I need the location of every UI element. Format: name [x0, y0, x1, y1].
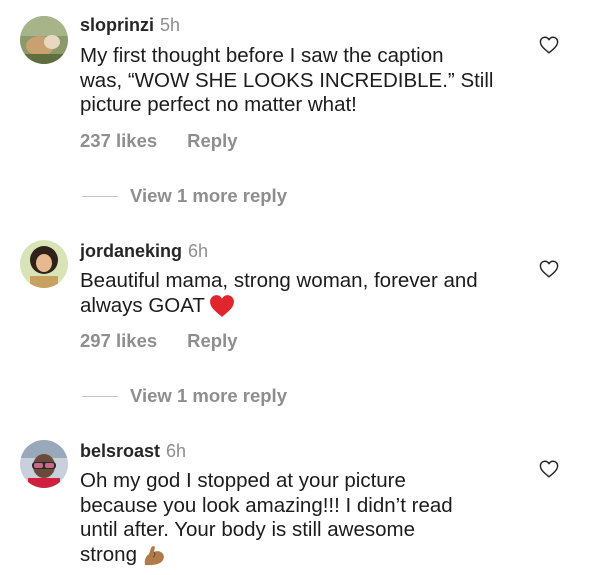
- comment-header: sloprinzi 5h: [80, 14, 180, 36]
- comment-text-line: always GOAT: [80, 293, 205, 317]
- avatar[interactable]: [20, 240, 68, 288]
- comment-header: jordaneking 6h: [80, 240, 208, 262]
- comment-text-line: because you look amazing!!! I didn’t rea…: [80, 493, 453, 517]
- username[interactable]: belsroast: [80, 441, 160, 461]
- comment-header: belsroast 6h: [80, 440, 186, 462]
- view-more-replies[interactable]: View 1 more reply: [82, 184, 287, 208]
- comment-text-line: was, “WOW SHE LOOKS INCREDIBLE.” Still: [80, 68, 494, 92]
- avatar-image: [20, 240, 68, 288]
- comment-meta: 237 likes Reply: [80, 130, 238, 152]
- comments-feed: sloprinzi 5h My first thought before I sa…: [0, 0, 595, 575]
- flexed-biceps-emoji: [141, 543, 167, 574]
- comment-text-line: strong: [80, 542, 137, 566]
- comment-meta: 297 likes Reply: [80, 330, 238, 352]
- comment-text: Beautiful mama, strong woman, forever an…: [80, 269, 520, 324]
- reply-button[interactable]: Reply: [187, 130, 237, 151]
- comment-text-line: picture perfect no matter what!: [80, 93, 357, 116]
- avatar-image: [20, 16, 68, 64]
- view-more-replies[interactable]: View 1 more reply: [82, 384, 287, 408]
- comment-text: Oh my god I stopped at your picture beca…: [80, 469, 520, 573]
- avatar-image: [20, 440, 68, 488]
- comment-text: My first thought before I saw the captio…: [80, 44, 520, 118]
- like-heart-outline-icon[interactable]: [539, 260, 559, 278]
- avatar[interactable]: [20, 16, 68, 64]
- comment-text-line: My first thought before I saw the captio…: [80, 44, 444, 67]
- username[interactable]: jordaneking: [80, 241, 182, 261]
- view-more-label[interactable]: View 1 more reply: [130, 385, 287, 407]
- timestamp: 6h: [166, 441, 187, 461]
- divider-line: [82, 195, 118, 197]
- view-more-label[interactable]: View 1 more reply: [130, 185, 287, 207]
- avatar[interactable]: [20, 440, 68, 488]
- like-heart-outline-icon[interactable]: [539, 460, 559, 478]
- divider-line: [82, 395, 118, 397]
- timestamp: 6h: [188, 241, 209, 261]
- like-heart-outline-icon[interactable]: [539, 36, 559, 54]
- red-heart-emoji: [209, 294, 235, 325]
- reply-button[interactable]: Reply: [187, 330, 237, 351]
- comment-text-line: Oh my god I stopped at your picture: [80, 469, 406, 492]
- comment-text-line: Beautiful mama, strong woman, forever an…: [80, 269, 478, 292]
- username[interactable]: sloprinzi: [80, 15, 154, 35]
- likes-count[interactable]: 297 likes: [80, 330, 157, 351]
- comment-text-line: until after. Your body is still awesome: [80, 518, 416, 541]
- likes-count[interactable]: 237 likes: [80, 130, 157, 151]
- timestamp: 5h: [160, 15, 181, 35]
